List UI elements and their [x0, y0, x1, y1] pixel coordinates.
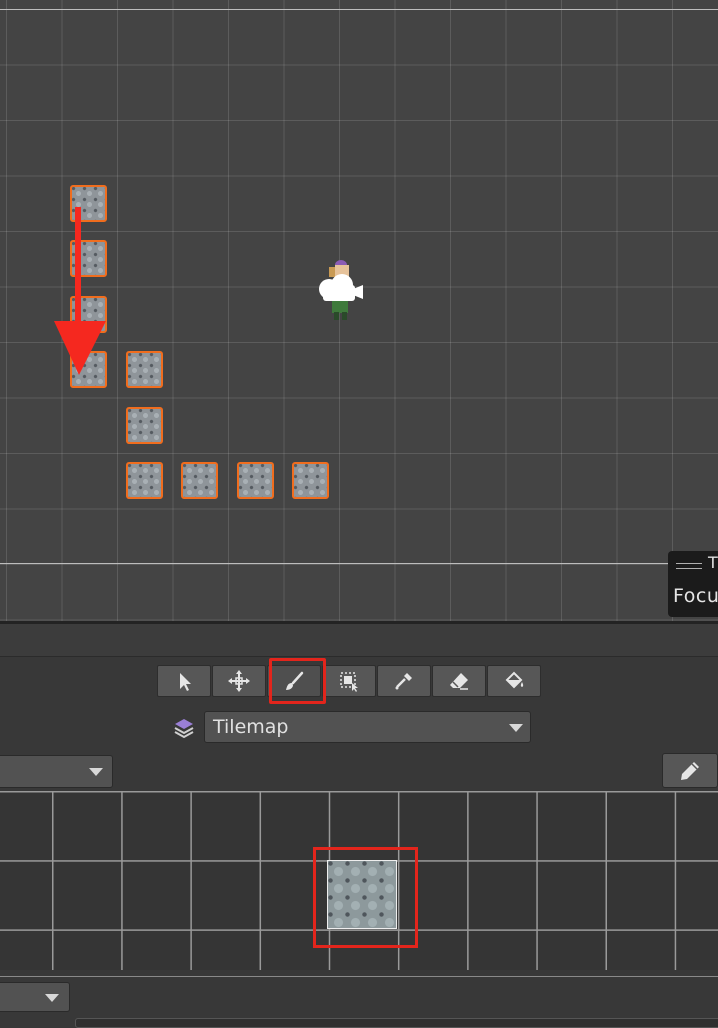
painted-tile[interactable]: [126, 351, 163, 388]
move-tool[interactable]: [212, 665, 266, 697]
active-tilemap-dropdown[interactable]: Tilemap: [204, 711, 531, 743]
chevron-down-icon: [89, 768, 103, 776]
chevron-down-icon: [509, 724, 523, 732]
painted-tile[interactable]: [126, 407, 163, 444]
scene-boundary-bottom: [0, 563, 718, 564]
camera-gizmo-icon: [319, 274, 363, 301]
painted-tile[interactable]: [181, 462, 218, 499]
focus-panel-label: Focu: [673, 585, 718, 607]
move-arrows-icon: [228, 670, 250, 692]
select-tool[interactable]: [157, 665, 211, 697]
erase-tool[interactable]: [432, 665, 486, 697]
player-sprite[interactable]: [313, 257, 369, 327]
painted-tile[interactable]: [237, 462, 274, 499]
palette-footer-border: [0, 976, 718, 977]
palette-tile-highlight: [313, 847, 418, 948]
paint-bucket-icon: [505, 671, 524, 689]
painted-tile[interactable]: [292, 462, 329, 499]
eyedropper-icon: [395, 673, 412, 690]
eraser-icon: [450, 673, 468, 690]
edit-palette-button[interactable]: [662, 753, 718, 788]
annotation-arrow-down: [54, 207, 106, 375]
tile-palette-toolbar: [157, 665, 542, 699]
brush-dropdown[interactable]: [0, 982, 70, 1012]
drag-handle-icon[interactable]: [676, 563, 702, 569]
tilemap-layers-icon: [174, 719, 194, 739]
scene-view[interactable]: T Focu: [0, 0, 718, 621]
box-fill-tool[interactable]: [322, 665, 376, 697]
painted-tile[interactable]: [126, 462, 163, 499]
palette-dropdown[interactable]: [0, 755, 113, 788]
pencil-icon: [681, 761, 699, 780]
palette-footer: [0, 970, 718, 1024]
chevron-down-icon: [45, 994, 59, 1002]
box-select-icon: [340, 672, 358, 692]
arrow-cursor-icon: [180, 673, 191, 691]
pick-tool[interactable]: [377, 665, 431, 697]
scene-boundary-top: [0, 9, 718, 10]
active-tilemap-label: Tilemap: [213, 716, 289, 738]
tile-palette-tab-strip: [0, 624, 718, 657]
focus-panel-title: T: [708, 553, 718, 572]
brush-settings-field[interactable]: [75, 1018, 718, 1028]
paint-tool-highlight: [269, 658, 326, 704]
fill-tool[interactable]: [487, 665, 541, 697]
focus-overlay-panel[interactable]: T Focu: [668, 551, 718, 617]
